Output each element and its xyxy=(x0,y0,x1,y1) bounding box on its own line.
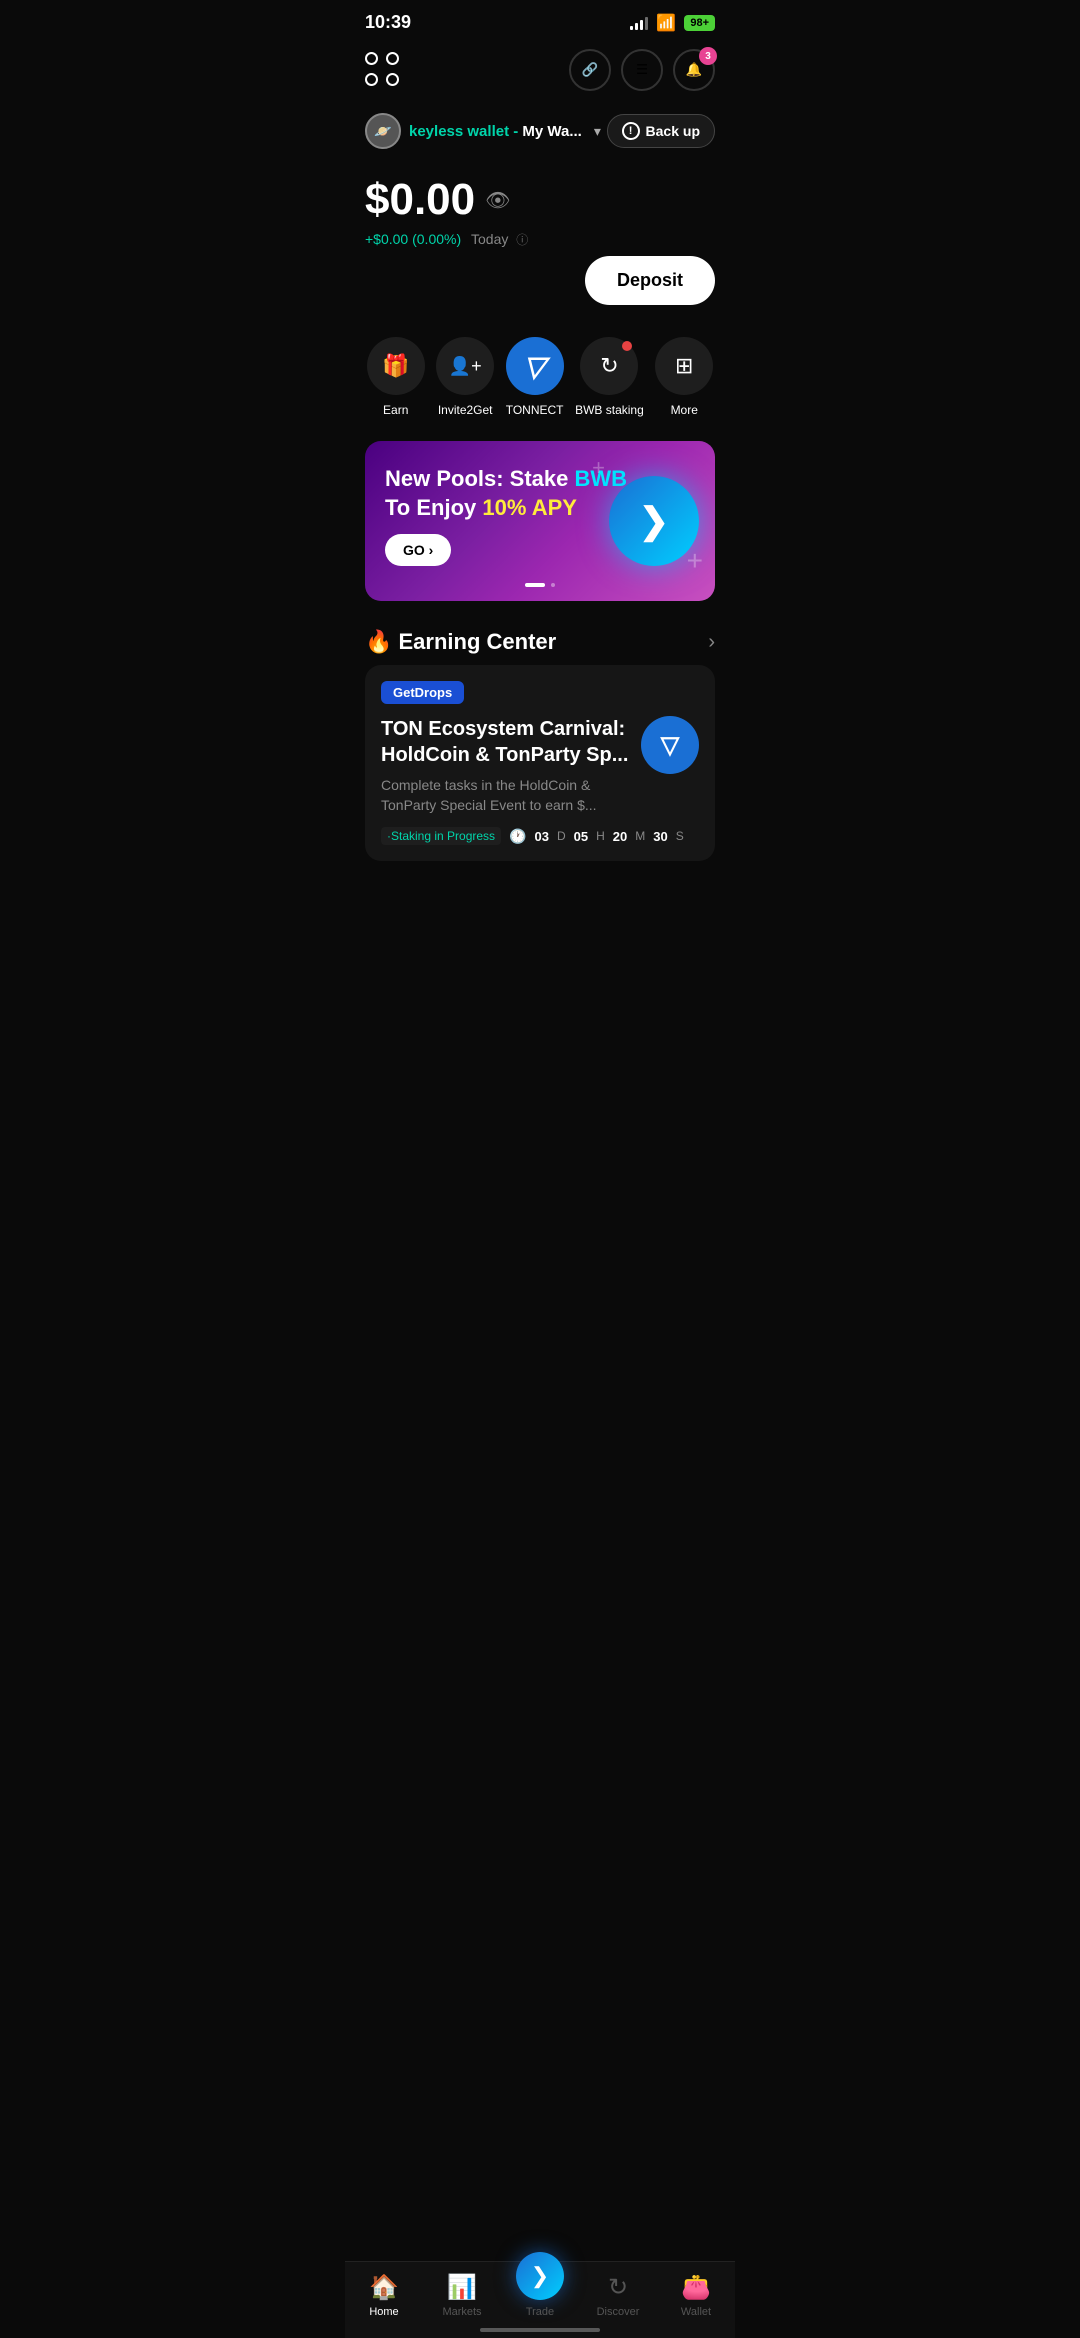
action-more[interactable]: ⊞ More xyxy=(655,337,713,417)
home-indicator xyxy=(480,2328,600,2332)
backup-button[interactable]: ! Back up xyxy=(607,114,715,148)
trade-icon-circle: ❯ xyxy=(516,2252,564,2300)
balance-row: $0.00 👁 xyxy=(365,175,715,225)
action-invite[interactable]: 👤+ Invite2Get xyxy=(436,337,494,417)
status-icons: 📶 98+ xyxy=(630,13,715,33)
nav-trade[interactable]: ❯ Trade xyxy=(501,2272,579,2318)
card-badge: GetDrops xyxy=(381,681,464,704)
wallet-row: 🪐 keyless wallet - My Wa... ▾ ! Back up xyxy=(345,103,735,159)
timer-mins-value: 20 xyxy=(613,829,627,844)
signal-icon xyxy=(630,16,648,30)
timer-secs-value: 30 xyxy=(653,829,667,844)
timer-mins-label: M xyxy=(635,829,645,843)
nav-trade-label: Trade xyxy=(526,2306,554,2318)
staking-badge: ·Staking in Progress xyxy=(381,827,501,845)
timer-days-label: D xyxy=(557,829,566,843)
card-footer: ·Staking in Progress 🕐 03 D 05 H 20 M 30… xyxy=(381,827,699,845)
balance-amount: $0.00 xyxy=(365,175,475,225)
chevron-down-icon: ▾ xyxy=(594,123,601,140)
action-bwb[interactable]: ↻ BWB staking xyxy=(575,337,644,417)
timer-hours-value: 05 xyxy=(574,829,588,844)
link-icon: 🔗 xyxy=(582,62,599,78)
discover-icon: ↻ xyxy=(608,2273,628,2302)
red-dot-indicator xyxy=(622,341,632,351)
balance-period: Today xyxy=(471,231,508,247)
deposit-row: Deposit xyxy=(345,256,735,321)
status-bar: 10:39 📶 98+ xyxy=(345,0,735,41)
banner-plus-decoration-br: + xyxy=(687,545,703,577)
bwb-label: BWB staking xyxy=(575,403,644,417)
menu-icon: ☰ xyxy=(636,62,648,78)
earning-center-header: 🔥 Earning Center › xyxy=(345,617,735,665)
card-logo: ▽ xyxy=(641,716,699,774)
banner-go-button[interactable]: GO › xyxy=(385,534,451,566)
nav-discover[interactable]: ↻ Discover xyxy=(579,2273,657,2318)
earning-card[interactable]: GetDrops TON Ecosystem Carnival: HoldCoi… xyxy=(365,665,715,861)
nav-wallet-label: Wallet xyxy=(681,2306,711,2318)
battery-status: 98+ xyxy=(684,15,715,31)
link-button[interactable]: 🔗 xyxy=(569,49,611,91)
bottom-nav: 🏠 Home 📊 Markets ❯ Trade ↻ Discover 👛 Wa… xyxy=(345,2261,735,2338)
bwb-icon-circle: ↻ xyxy=(580,337,638,395)
notification-button[interactable]: 🔔 3 xyxy=(673,49,715,91)
eye-icon[interactable]: 👁 xyxy=(485,188,510,213)
nav-markets[interactable]: 📊 Markets xyxy=(423,2273,501,2318)
earning-center-arrow[interactable]: › xyxy=(708,631,715,654)
nav-home-label: Home xyxy=(369,2306,398,2318)
card-text-area: TON Ecosystem Carnival: HoldCoin & TonPa… xyxy=(381,716,629,815)
wallet-name: keyless wallet - My Wa... xyxy=(409,123,582,140)
banner-pagination xyxy=(525,583,555,587)
banner-plus-decoration-tl: + xyxy=(592,455,605,481)
wallet-avatar: 🪐 xyxy=(365,113,401,149)
menu-button[interactable]: ☰ xyxy=(621,49,663,91)
info-icon: ⓘ xyxy=(516,233,528,247)
banner-coin: ❯ xyxy=(609,476,699,566)
more-label: More xyxy=(671,403,698,417)
tonnect-icon-circle: ▽ xyxy=(506,337,564,395)
wifi-icon: 📶 xyxy=(656,13,676,33)
header: 🔗 ☰ 🔔 3 xyxy=(345,41,735,103)
bell-icon: 🔔 xyxy=(686,62,703,78)
nav-discover-label: Discover xyxy=(597,2306,640,2318)
timer-days-value: 03 xyxy=(534,829,548,844)
nav-home[interactable]: 🏠 Home xyxy=(345,2273,423,2318)
wallet-selector[interactable]: 🪐 keyless wallet - My Wa... ▾ xyxy=(365,113,601,149)
status-time: 10:39 xyxy=(365,12,411,33)
balance-change: +$0.00 (0.00%) xyxy=(365,231,461,247)
more-icon-circle: ⊞ xyxy=(655,337,713,395)
markets-icon: 📊 xyxy=(447,2273,477,2302)
timer-hours-label: H xyxy=(596,829,605,843)
bottom-spacer xyxy=(345,877,735,957)
notification-badge: 3 xyxy=(699,47,717,65)
action-tonnect[interactable]: ▽ TONNECT xyxy=(506,337,564,417)
balance-section: $0.00 👁 +$0.00 (0.00%) Today ⓘ xyxy=(345,159,735,256)
earn-icon-circle: 🎁 xyxy=(367,337,425,395)
card-title: TON Ecosystem Carnival: HoldCoin & TonPa… xyxy=(381,716,629,768)
action-earn[interactable]: 🎁 Earn xyxy=(367,337,425,417)
home-icon: 🏠 xyxy=(369,2273,399,2302)
nav-markets-label: Markets xyxy=(442,2306,481,2318)
logo-grid xyxy=(365,52,401,88)
card-content: TON Ecosystem Carnival: HoldCoin & TonPa… xyxy=(381,716,699,815)
card-description: Complete tasks in the HoldCoin & TonPart… xyxy=(381,776,629,815)
invite-icon-circle: 👤+ xyxy=(436,337,494,395)
invite-label: Invite2Get xyxy=(438,403,493,417)
app-logo[interactable] xyxy=(365,52,401,88)
alert-icon: ! xyxy=(622,122,640,140)
earning-center-title: 🔥 Earning Center xyxy=(365,629,556,655)
nav-wallet[interactable]: 👛 Wallet xyxy=(657,2273,735,2318)
tonnect-label: TONNECT xyxy=(506,403,564,417)
timer-secs-label: S xyxy=(676,829,684,843)
earn-label: Earn xyxy=(383,403,408,417)
timer-clock-icon: 🕐 xyxy=(509,828,526,845)
wallet-icon: 👛 xyxy=(681,2273,711,2302)
deposit-button[interactable]: Deposit xyxy=(585,256,715,305)
backup-label: Back up xyxy=(646,123,700,139)
balance-change-row: +$0.00 (0.00%) Today ⓘ xyxy=(365,231,715,248)
header-icon-group: 🔗 ☰ 🔔 3 xyxy=(569,49,715,91)
promotion-banner[interactable]: New Pools: Stake BWB To Enjoy 10% APY GO… xyxy=(365,441,715,601)
action-buttons: 🎁 Earn 👤+ Invite2Get ▽ TONNECT ↻ BWB sta… xyxy=(345,321,735,433)
